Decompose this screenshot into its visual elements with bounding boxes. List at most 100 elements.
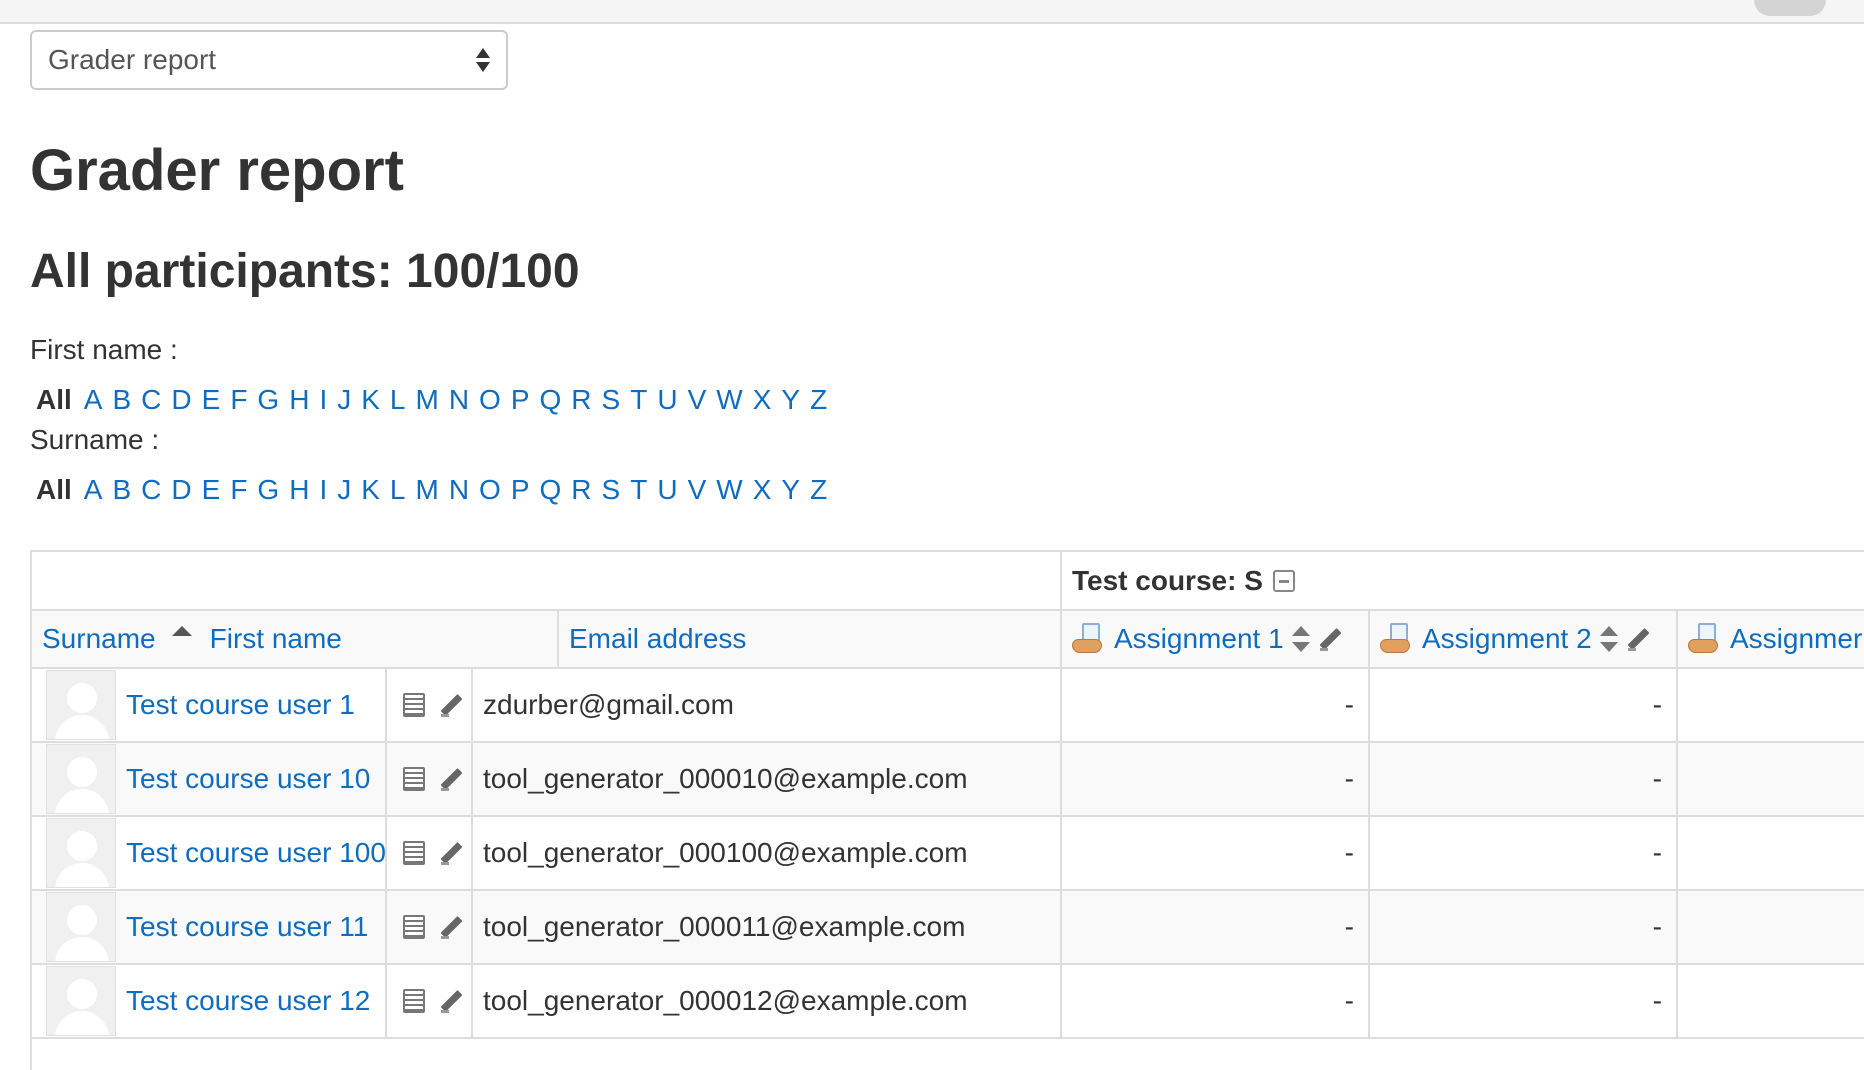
firstname-initial-r[interactable]: R [571, 384, 591, 416]
surname-initial-u[interactable]: U [657, 474, 677, 506]
firstname-initial-k[interactable]: K [361, 384, 380, 416]
avatar[interactable] [46, 670, 116, 740]
firstname-initial-u[interactable]: U [657, 384, 677, 416]
grade-cell-assignment2[interactable]: - [1370, 965, 1678, 1039]
surname-initial-h[interactable]: H [289, 474, 309, 506]
avatar[interactable] [46, 818, 116, 888]
surname-initial-d[interactable]: D [171, 474, 191, 506]
surname-initial-x[interactable]: X [753, 474, 772, 506]
surname-initial-n[interactable]: N [449, 474, 469, 506]
grade-cell-assignment3[interactable] [1678, 669, 1864, 743]
firstname-initial-z[interactable]: Z [810, 384, 827, 416]
collapse-icon[interactable] [1272, 569, 1295, 592]
grade-cell-assignment1[interactable]: - [1062, 965, 1370, 1039]
surname-initial-q[interactable]: Q [540, 474, 562, 506]
surname-initial-c[interactable]: C [141, 474, 161, 506]
user-profile-link[interactable]: Test course user 11 [126, 911, 368, 943]
user-report-icon[interactable] [403, 693, 425, 717]
report-type-select[interactable]: Grader report [30, 30, 508, 90]
grade-cell-assignment1[interactable]: - [1062, 817, 1370, 891]
firstname-initial-o[interactable]: O [479, 384, 501, 416]
firstname-initial-y[interactable]: Y [781, 384, 800, 416]
edit-grades-pencil-icon[interactable] [439, 988, 465, 1014]
surname-initial-j[interactable]: J [337, 474, 351, 506]
user-profile-link[interactable]: Test course user 100 [126, 837, 385, 869]
grade-cell-assignment1[interactable]: - [1062, 891, 1370, 965]
surname-initial-m[interactable]: M [415, 474, 438, 506]
surname-initial-l[interactable]: L [390, 474, 406, 506]
assignment2-link[interactable]: Assignment 2 [1422, 623, 1592, 655]
avatar[interactable] [46, 966, 116, 1036]
user-report-icon[interactable] [403, 989, 425, 1013]
move-icon[interactable] [1599, 626, 1618, 652]
grade-cell-assignment2[interactable]: - [1370, 891, 1678, 965]
firstname-initial-all[interactable]: All [36, 384, 72, 416]
grade-cell-assignment1[interactable]: - [1062, 669, 1370, 743]
user-report-icon[interactable] [403, 767, 425, 791]
avatar[interactable] [46, 892, 116, 962]
firstname-initial-a[interactable]: A [84, 384, 103, 416]
firstname-sort-link[interactable]: First name [210, 623, 342, 655]
firstname-initial-j[interactable]: J [337, 384, 351, 416]
edit-grades-pencil-icon[interactable] [439, 766, 465, 792]
grade-cell-assignment3[interactable] [1678, 817, 1864, 891]
grade-cell-assignment3[interactable] [1678, 965, 1864, 1039]
surname-initial-all[interactable]: All [36, 474, 72, 506]
surname-initial-k[interactable]: K [361, 474, 380, 506]
user-profile-link[interactable]: Test course user 12 [126, 985, 370, 1017]
user-report-icon[interactable] [403, 915, 425, 939]
edit-grades-pencil-icon[interactable] [439, 914, 465, 940]
firstname-initial-g[interactable]: G [257, 384, 279, 416]
user-menu-avatar[interactable] [1754, 0, 1826, 16]
firstname-initial-e[interactable]: E [202, 384, 221, 416]
avatar[interactable] [46, 744, 116, 814]
surname-initial-e[interactable]: E [202, 474, 221, 506]
firstname-initial-d[interactable]: D [171, 384, 191, 416]
grade-cell-assignment1[interactable]: - [1062, 743, 1370, 817]
grade-cell-assignment3[interactable] [1678, 891, 1864, 965]
firstname-initial-l[interactable]: L [390, 384, 406, 416]
firstname-initial-n[interactable]: N [449, 384, 469, 416]
surname-initial-o[interactable]: O [479, 474, 501, 506]
firstname-initial-f[interactable]: F [230, 384, 247, 416]
surname-initial-v[interactable]: V [688, 474, 707, 506]
firstname-initial-h[interactable]: H [289, 384, 309, 416]
edit-pencil-icon[interactable] [1318, 626, 1344, 652]
surname-initial-y[interactable]: Y [781, 474, 800, 506]
surname-initial-a[interactable]: A [84, 474, 103, 506]
edit-pencil-icon[interactable] [1626, 626, 1652, 652]
firstname-initial-m[interactable]: M [415, 384, 438, 416]
firstname-initial-t[interactable]: T [630, 384, 647, 416]
user-profile-link[interactable]: Test course user 1 [126, 689, 355, 721]
firstname-initial-s[interactable]: S [602, 384, 621, 416]
firstname-initial-q[interactable]: Q [540, 384, 562, 416]
grade-cell-assignment2[interactable]: - [1370, 743, 1678, 817]
firstname-initial-i[interactable]: I [319, 384, 327, 416]
firstname-initial-b[interactable]: B [112, 384, 131, 416]
surname-initial-s[interactable]: S [602, 474, 621, 506]
surname-initial-p[interactable]: P [511, 474, 530, 506]
surname-initial-b[interactable]: B [112, 474, 131, 506]
surname-initial-f[interactable]: F [230, 474, 247, 506]
surname-initial-z[interactable]: Z [810, 474, 827, 506]
user-report-icon[interactable] [403, 841, 425, 865]
surname-initial-r[interactable]: R [571, 474, 591, 506]
surname-initial-w[interactable]: W [716, 474, 742, 506]
surname-initial-g[interactable]: G [257, 474, 279, 506]
firstname-initial-c[interactable]: C [141, 384, 161, 416]
firstname-initial-w[interactable]: W [716, 384, 742, 416]
user-profile-link[interactable]: Test course user 10 [126, 763, 370, 795]
edit-grades-pencil-icon[interactable] [439, 840, 465, 866]
firstname-initial-v[interactable]: V [688, 384, 707, 416]
grade-cell-assignment3[interactable] [1678, 743, 1864, 817]
surname-initial-t[interactable]: T [630, 474, 647, 506]
surname-initial-i[interactable]: I [319, 474, 327, 506]
surname-sort-link[interactable]: Surname [42, 623, 156, 655]
firstname-initial-x[interactable]: X [753, 384, 772, 416]
assignment3-link[interactable]: Assignmer [1730, 623, 1862, 655]
email-sort-link[interactable]: Email address [569, 623, 746, 655]
grade-cell-assignment2[interactable]: - [1370, 669, 1678, 743]
grade-cell-assignment2[interactable]: - [1370, 817, 1678, 891]
move-icon[interactable] [1291, 626, 1310, 652]
edit-grades-pencil-icon[interactable] [439, 692, 465, 718]
